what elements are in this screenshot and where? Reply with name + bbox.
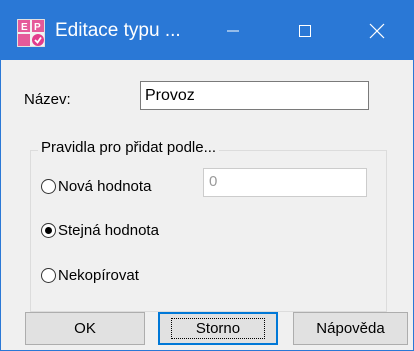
rules-group-legend: Pravidla pro přidat podle...: [38, 139, 220, 156]
radio-no-copy[interactable]: Nekopírovat: [41, 267, 139, 284]
minimize-button[interactable]: [197, 1, 269, 60]
maximize-icon: [299, 24, 311, 37]
name-label: Název:: [24, 91, 71, 108]
maximize-button[interactable]: [269, 1, 341, 60]
help-button[interactable]: Nápověda: [293, 312, 408, 345]
radio-label-new-value: Nová hodnota: [58, 178, 152, 195]
radio-same-value[interactable]: Stejná hodnota: [41, 222, 159, 239]
close-icon: [369, 23, 385, 38]
dialog-window: E P Editace typu ... Název: Pravidla: [0, 0, 414, 351]
help-button-label: Nápověda: [316, 320, 385, 337]
cancel-button-label: Storno: [170, 318, 266, 339]
cancel-button[interactable]: Storno: [158, 312, 278, 345]
ok-button[interactable]: OK: [25, 312, 145, 345]
ok-button-label: OK: [74, 320, 96, 337]
svg-text:E: E: [21, 22, 28, 33]
radio-new-value[interactable]: Nová hodnota: [41, 178, 151, 195]
svg-text:P: P: [34, 22, 41, 33]
radio-label-same-value: Stejná hodnota: [58, 222, 159, 239]
dialog-body: Název: Pravidla pro přidat podle... Nová…: [1, 60, 413, 350]
radio-button-new-value[interactable]: [41, 179, 56, 194]
radio-label-no-copy: Nekopírovat: [58, 267, 139, 284]
radio-button-no-copy[interactable]: [41, 268, 56, 283]
title-bar[interactable]: E P Editace typu ...: [1, 1, 413, 60]
new-value-input: 0: [203, 168, 367, 197]
name-input[interactable]: [140, 81, 369, 110]
app-icon: E P: [17, 19, 45, 47]
close-button[interactable]: [341, 1, 413, 60]
minimize-icon: [227, 30, 239, 31]
window-title: Editace typu ...: [55, 20, 181, 41]
radio-button-same-value[interactable]: [41, 223, 56, 238]
